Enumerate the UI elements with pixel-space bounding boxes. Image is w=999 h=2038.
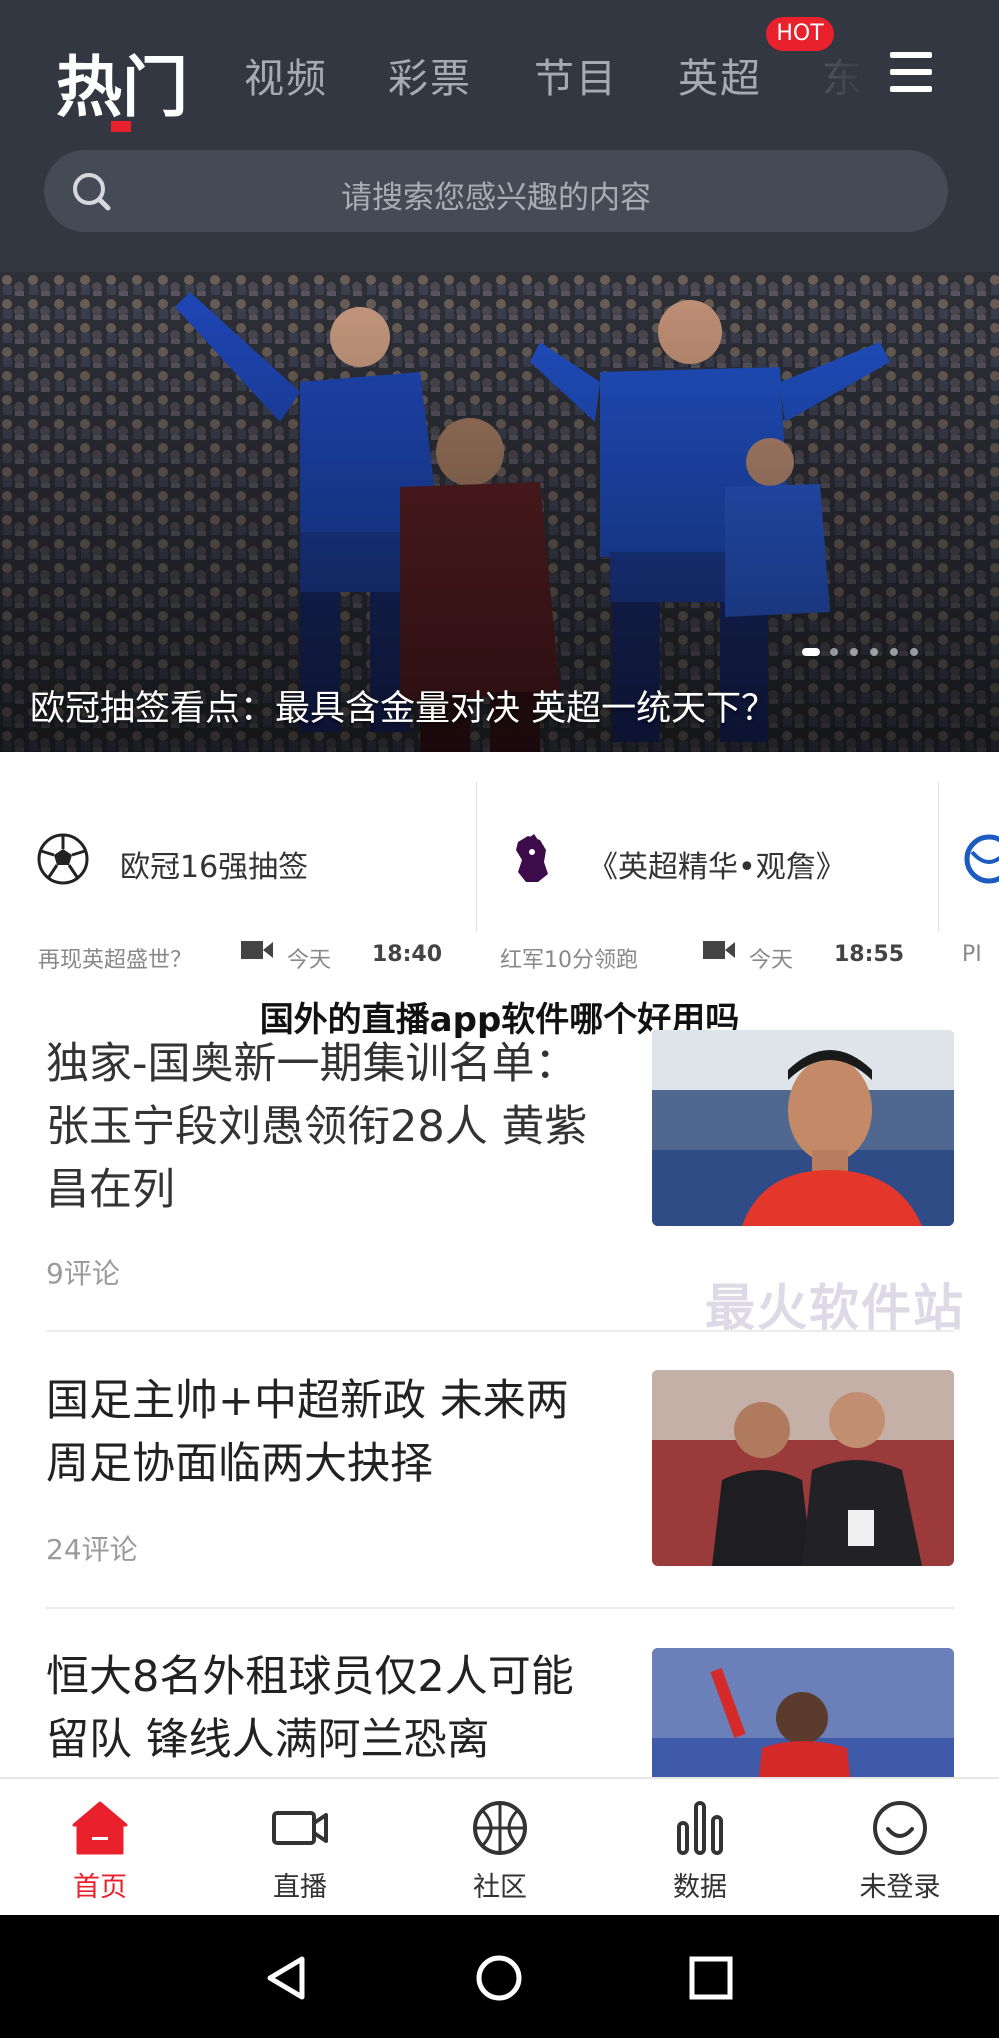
video-camera-icon xyxy=(703,941,735,959)
nav-profile[interactable]: 未登录 xyxy=(800,1779,999,1917)
topic-title: 欧冠16强抽签 xyxy=(120,850,309,885)
banner-caption: 欧冠抽签看点：最具含金量对决 英超一统天下？ xyxy=(30,689,777,729)
topic-card-partial[interactable]: PI xyxy=(938,752,999,998)
tab-video[interactable]: 视频 xyxy=(244,46,328,104)
hamburger-menu-icon[interactable] xyxy=(890,52,932,94)
android-system-bar xyxy=(0,1915,999,2038)
carousel-dot xyxy=(890,648,898,656)
hero-banner[interactable]: 欧冠抽签看点：最具含金量对决 英超一统天下？ xyxy=(0,272,999,752)
back-triangle-icon[interactable] xyxy=(262,1953,312,2003)
carousel-dot xyxy=(850,648,858,656)
news-item[interactable]: 恒大8名外租球员仅2人可能留队 锋线人满阿兰恐离 xyxy=(0,1646,999,1777)
video-camera-icon xyxy=(241,941,273,959)
nav-label: 社区 xyxy=(473,1872,527,1903)
news-comment-count: 9评论 xyxy=(46,1257,120,1290)
globe-logo-icon xyxy=(964,834,999,884)
nav-label: 首页 xyxy=(73,1872,127,1903)
news-comment-count: 24评论 xyxy=(46,1533,138,1566)
news-title: 恒大8名外租球员仅2人可能留队 锋线人满阿兰恐离 xyxy=(46,1652,574,1765)
nav-label: 未登录 xyxy=(859,1872,941,1903)
topic-day: 今天 xyxy=(287,948,332,973)
home-circle-icon[interactable] xyxy=(474,1953,524,2003)
list-divider xyxy=(46,1330,954,1332)
list-divider xyxy=(46,1607,954,1609)
bar-chart-icon xyxy=(677,1801,723,1855)
topic-strip: 欧冠16强抽签 再现英超盛世？ 今天 18:40 《英超精华•观詹》 红军10分… xyxy=(0,752,999,998)
soccer-ball-icon xyxy=(37,833,89,885)
carousel-dot xyxy=(830,648,838,656)
hot-badge: HOT xyxy=(766,17,834,51)
basketball-icon xyxy=(473,1801,527,1855)
recents-square-icon[interactable] xyxy=(686,1953,736,2003)
nav-label: 数据 xyxy=(673,1872,727,1903)
search-placeholder: 请搜索您感兴趣的内容 xyxy=(341,180,651,216)
topic-subtitle: PI xyxy=(962,942,982,967)
bottom-navigation: 首页 直播 社区 数据 未登录 xyxy=(0,1777,999,1915)
news-title: 独家-国奥新一期集训名单：张玉宁段刘愚领衔28人 黄紫昌在列 xyxy=(46,1039,588,1215)
carousel-dot xyxy=(870,648,878,656)
smiley-face-icon xyxy=(873,1801,927,1855)
carousel-dot-active xyxy=(802,648,820,656)
news-thumbnail xyxy=(652,1370,954,1566)
topic-card-ucl-draw[interactable]: 欧冠16强抽签 再现英超盛世？ 今天 18:40 xyxy=(0,752,476,998)
topic-day: 今天 xyxy=(749,948,794,973)
news-thumbnail xyxy=(652,1648,954,1777)
tab-lottery[interactable]: 彩票 xyxy=(388,46,472,104)
search-input[interactable]: 请搜索您感兴趣的内容 xyxy=(44,150,948,232)
topic-time: 18:40 xyxy=(372,942,443,967)
tab-hot[interactable]: 热门 xyxy=(56,34,188,130)
channel-tabs: 热门 视频 彩票 节目 英超 东 HOT xyxy=(0,0,999,150)
premier-league-lion-icon xyxy=(516,834,548,882)
topic-time: 18:55 xyxy=(834,942,905,967)
video-camera-icon xyxy=(272,1811,328,1845)
carousel-dot xyxy=(910,648,918,656)
nav-community[interactable]: 社区 xyxy=(400,1779,600,1917)
topic-card-premier-highlights[interactable]: 《英超精华•观詹》 红军10分领跑 今天 18:55 xyxy=(476,752,938,998)
nav-home[interactable]: 首页 xyxy=(0,1779,200,1917)
nav-label: 直播 xyxy=(273,1872,327,1903)
active-tab-indicator xyxy=(111,121,131,132)
nav-live[interactable]: 直播 xyxy=(200,1779,400,1917)
news-title: 国足主帅+中超新政 未来两周足协面临两大抉择 xyxy=(46,1376,569,1489)
topic-title: 《英超精华•观詹》 xyxy=(588,850,846,885)
topic-subtitle: 再现英超盛世？ xyxy=(38,948,193,973)
home-icon xyxy=(72,1801,128,1855)
news-thumbnail xyxy=(652,1030,954,1226)
nav-data[interactable]: 数据 xyxy=(600,1779,800,1917)
topic-subtitle: 红军10分领跑 xyxy=(500,948,638,973)
tab-shows[interactable]: 节目 xyxy=(534,46,618,104)
tab-premier-league[interactable]: 英超 xyxy=(678,46,762,104)
top-header: 热门 视频 彩票 节目 英超 东 HOT 请搜索您感兴趣的内容 xyxy=(0,0,999,272)
